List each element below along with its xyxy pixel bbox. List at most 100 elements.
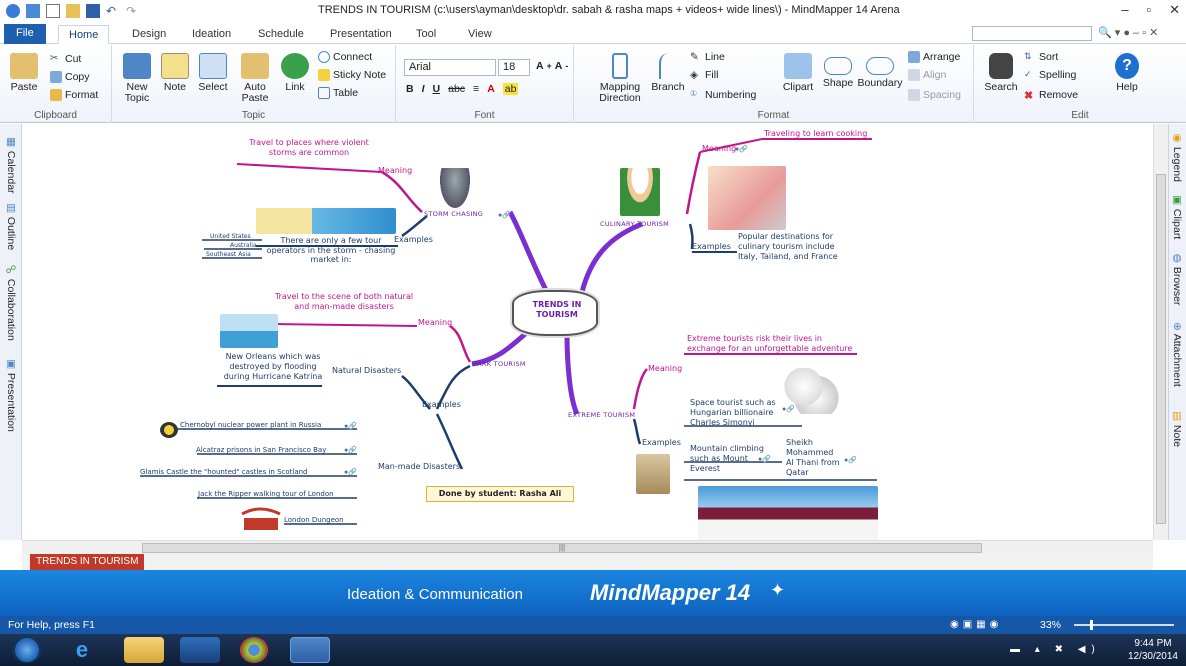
vertical-scroll-thumb[interactable] xyxy=(1156,174,1166,524)
app-icon[interactable] xyxy=(6,4,20,18)
arrange-button[interactable]: Arrange xyxy=(908,51,960,63)
home-icon[interactable] xyxy=(26,4,40,18)
fill-button[interactable]: ◈ Fill xyxy=(690,69,718,81)
storm-meaning-label[interactable]: Meaning xyxy=(378,166,412,175)
help-button[interactable]: ? Help xyxy=(1112,53,1142,93)
highlight-icon[interactable]: ab xyxy=(502,83,519,95)
align-button[interactable]: Align xyxy=(908,69,946,81)
table-button[interactable]: Table xyxy=(318,87,358,99)
extreme-example-sheikh[interactable]: Sheikh Mohammed Al Thani from Qatar xyxy=(786,438,842,478)
open-folder-icon[interactable] xyxy=(66,4,80,18)
tab-schedule[interactable]: Schedule xyxy=(248,25,314,44)
numbering-button[interactable]: ① Numbering xyxy=(690,89,756,101)
view-mode-icons[interactable]: ◉▣▦◉ xyxy=(950,619,1002,630)
font-size-select[interactable]: 18 xyxy=(498,59,530,76)
redo-icon[interactable]: ↷ xyxy=(126,4,140,18)
sidebar-clipart[interactable]: ▣ Clipart xyxy=(1171,194,1183,239)
culinary-examples-label[interactable]: Examples xyxy=(692,242,731,251)
note-button[interactable]: Note xyxy=(160,53,190,93)
sticky-note-button[interactable]: Sticky Note xyxy=(318,69,386,81)
culinary-meaning-text[interactable]: Traveling to learn cooking xyxy=(764,129,867,138)
ribbon-search-controls[interactable]: 🔍 ▾ ● – ▫ ✕ xyxy=(1098,26,1158,39)
sidebar-calendar[interactable]: ▦ Calendar xyxy=(5,136,17,194)
credit-note[interactable]: Done by student: Rasha Ali xyxy=(426,486,574,502)
dark-natural-label[interactable]: Natural Disasters xyxy=(332,366,401,375)
culinary-meaning-label[interactable]: Meaning xyxy=(702,144,736,153)
tab-presentation[interactable]: Presentation xyxy=(320,25,402,44)
sheet-tab-trends[interactable]: TRENDS IN TOURISM xyxy=(30,554,145,570)
manmade-item-alcatraz[interactable]: Alcatraz prisons in San Francisco Bay xyxy=(196,446,326,454)
italic-button[interactable]: I xyxy=(422,83,425,95)
font-family-select[interactable]: Arial xyxy=(404,59,496,76)
sidebar-attachment[interactable]: ⊕ Attachment xyxy=(1171,322,1183,387)
tab-home[interactable]: Home xyxy=(58,25,110,44)
branch-button[interactable]: Branch xyxy=(650,53,686,93)
strikethrough-button[interactable]: abc xyxy=(448,83,465,95)
mindmapper-taskbar-icon[interactable] xyxy=(290,637,330,663)
zoom-slider[interactable] xyxy=(1074,624,1174,626)
spelling-button[interactable]: ✓ Spelling xyxy=(1024,69,1076,81)
media-player-icon[interactable] xyxy=(180,637,220,663)
auto-paste-button[interactable]: Auto Paste xyxy=(236,53,274,104)
save-icon[interactable] xyxy=(86,4,100,18)
extreme-example-space[interactable]: Space tourist such as Hungarian billiona… xyxy=(690,398,790,428)
font-style-buttons[interactable]: B I U abc ≡ A ab xyxy=(406,83,519,95)
topic-extreme-tourism[interactable]: EXTREME TOURISM xyxy=(568,411,635,419)
ribbon-search-input[interactable] xyxy=(972,26,1092,41)
manmade-item-chernobyl[interactable]: Chernobyl nuclear power plant in Russia xyxy=(180,421,321,429)
connect-button[interactable]: Connect xyxy=(318,51,372,63)
new-topic-button[interactable]: New Topic xyxy=(120,53,154,104)
horizontal-scrollbar[interactable]: ||| xyxy=(22,540,1153,554)
tab-design[interactable]: Design xyxy=(122,25,176,44)
zoom-slider-knob[interactable] xyxy=(1090,620,1093,630)
cut-button[interactable]: ✂ Cut xyxy=(50,53,81,65)
sidebar-collaboration[interactable]: ☍ Collaboration xyxy=(5,264,17,341)
undo-icon[interactable]: ↶ xyxy=(106,4,120,18)
storm-example-text[interactable]: There are only a few tour operators in t… xyxy=(266,236,396,265)
extreme-meaning-text[interactable]: Extreme tourists risk their lives in exc… xyxy=(687,334,857,354)
storm-country-sea[interactable]: Southeast Asia xyxy=(206,251,251,258)
dark-meaning-text[interactable]: Travel to the scene of both natural and … xyxy=(274,292,414,312)
shape-button[interactable]: Shape xyxy=(820,53,856,89)
clipart-button[interactable]: Clipart xyxy=(776,53,820,93)
sidebar-browser[interactable]: ◍ Browser xyxy=(1171,252,1183,305)
spacing-button[interactable]: Spacing xyxy=(908,89,961,101)
tab-file[interactable]: File xyxy=(4,24,46,44)
sidebar-note[interactable]: ▥ Note xyxy=(1171,410,1183,447)
dark-meaning-label[interactable]: Meaning xyxy=(418,318,452,327)
storm-examples-label[interactable]: Examples xyxy=(394,235,433,244)
tab-view[interactable]: View xyxy=(458,25,502,44)
start-button[interactable] xyxy=(12,637,42,663)
horizontal-scroll-thumb[interactable]: ||| xyxy=(142,543,982,553)
storm-country-us[interactable]: United States xyxy=(210,233,251,240)
dark-examples-label[interactable]: Examples xyxy=(422,400,461,409)
storm-meaning-text[interactable]: Travel to places where violent storms ar… xyxy=(244,138,374,158)
bold-button[interactable]: B xyxy=(406,83,414,95)
sidebar-presentation[interactable]: ▣ Presentation xyxy=(5,358,17,432)
restore-button[interactable]: ▫ xyxy=(1146,2,1151,18)
manmade-item-jack-ripper[interactable]: Jack the Ripper walking tour of London xyxy=(198,490,334,498)
select-button[interactable]: Select xyxy=(196,53,230,93)
align-icon[interactable]: ≡ xyxy=(473,83,479,95)
grow-font-button[interactable]: A + A- xyxy=(536,60,568,72)
mapping-direction-button[interactable]: Mapping Direction xyxy=(592,53,648,104)
extreme-meaning-label[interactable]: Meaning xyxy=(648,364,682,373)
system-tray-icons[interactable]: ▬ ▴ ✖ ◀) xyxy=(1010,644,1101,655)
link-button[interactable]: Link xyxy=(280,53,310,93)
line-button[interactable]: ✎ Line xyxy=(690,51,725,63)
sort-button[interactable]: ⇅ Sort xyxy=(1024,51,1058,63)
minimize-button[interactable]: – xyxy=(1121,2,1128,18)
manmade-item-london-dungeon[interactable]: London Dungeon xyxy=(284,516,344,524)
culinary-example-text[interactable]: Popular destinations for culinary touris… xyxy=(738,232,846,262)
sidebar-outline[interactable]: ▤ Outline xyxy=(5,202,17,250)
manmade-item-glamis[interactable]: Glamis Castle the "hounted" castles in S… xyxy=(140,468,308,476)
tab-tool[interactable]: Tool xyxy=(406,25,446,44)
central-topic[interactable]: TRENDS IN TOURISM xyxy=(529,300,585,320)
copy-button[interactable]: Copy xyxy=(50,71,90,83)
storm-country-australia[interactable]: Australia xyxy=(230,242,257,249)
remove-button[interactable]: ✖ Remove xyxy=(1024,89,1078,102)
internet-explorer-icon[interactable]: e xyxy=(62,637,102,663)
format-painter-button[interactable]: Format xyxy=(50,89,98,101)
paste-button[interactable]: Paste xyxy=(6,53,42,93)
vertical-scrollbar[interactable] xyxy=(1153,124,1168,540)
